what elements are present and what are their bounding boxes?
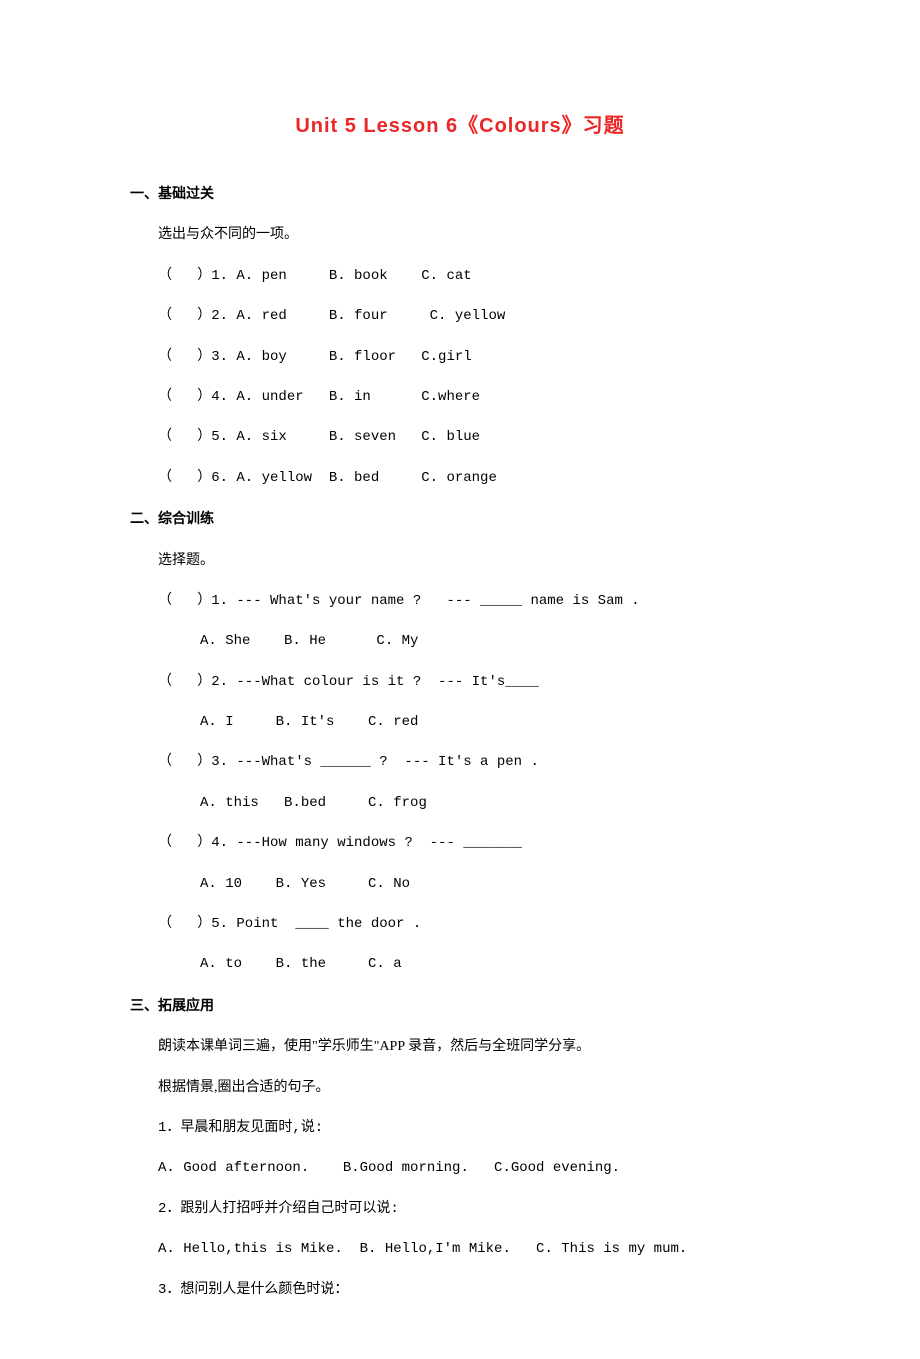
section3-instruction1: 朗读本课单词三遍，使用"学乐师生"APP 录音，然后与全班同学分享。 xyxy=(158,1036,790,1058)
s2-q3: （ ）3. ---What's ______ ? --- It's a pen … xyxy=(158,751,790,773)
section3-heading: 三、拓展应用 xyxy=(130,994,790,1016)
s1-q6: （ ）6. A. yellow B. bed C. orange xyxy=(158,467,790,489)
s2-q2-options: A. I B. It's C. red xyxy=(158,711,790,733)
section2-heading: 二、综合训练 xyxy=(130,507,790,529)
section2-instruction: 选择题。 xyxy=(158,550,790,572)
s3-q3: 3．想问别人是什么颜色时说： xyxy=(158,1279,790,1301)
s2-q1-options: A. She B. He C. My xyxy=(158,630,790,652)
section3-instruction2: 根据情景,圈出合适的句子。 xyxy=(158,1077,790,1099)
s2-q3-options: A. this B.bed C. frog xyxy=(158,792,790,814)
page-title: Unit 5 Lesson 6《Colours》习题 xyxy=(130,110,790,142)
s3-q1: 1．早晨和朋友见面时,说: xyxy=(158,1117,790,1139)
s2-q4: （ ）4. ---How many windows ? --- _______ xyxy=(158,832,790,854)
s3-q1-options: A. Good afternoon. B.Good morning. C.Goo… xyxy=(158,1157,790,1179)
s1-q5: （ ）5. A. six B. seven C. blue xyxy=(158,426,790,448)
section1-instruction: 选出与众不同的一项。 xyxy=(158,224,790,246)
s2-q2: （ ）2. ---What colour is it ? --- It's___… xyxy=(158,671,790,693)
s2-q5-options: A. to B. the C. a xyxy=(158,953,790,975)
s2-q5: （ ）5. Point ____ the door . xyxy=(158,913,790,935)
s3-q2: 2．跟别人打招呼并介绍自己时可以说: xyxy=(158,1198,790,1220)
s1-q2: （ ）2. A. red B. four C. yellow xyxy=(158,305,790,327)
s2-q4-options: A. 10 B. Yes C. No xyxy=(158,873,790,895)
section1-heading: 一、基础过关 xyxy=(130,182,790,204)
s1-q4: （ ）4. A. under B. in C.where xyxy=(158,386,790,408)
s1-q1: （ ）1. A. pen B. book C. cat xyxy=(158,265,790,287)
s3-q2-options: A. Hello,this is Mike. B. Hello,I'm Mike… xyxy=(158,1238,790,1260)
s1-q3: （ ）3. A. boy B. floor C.girl xyxy=(158,346,790,368)
s2-q1: （ ）1. --- What's your name ? --- _____ n… xyxy=(158,590,790,612)
